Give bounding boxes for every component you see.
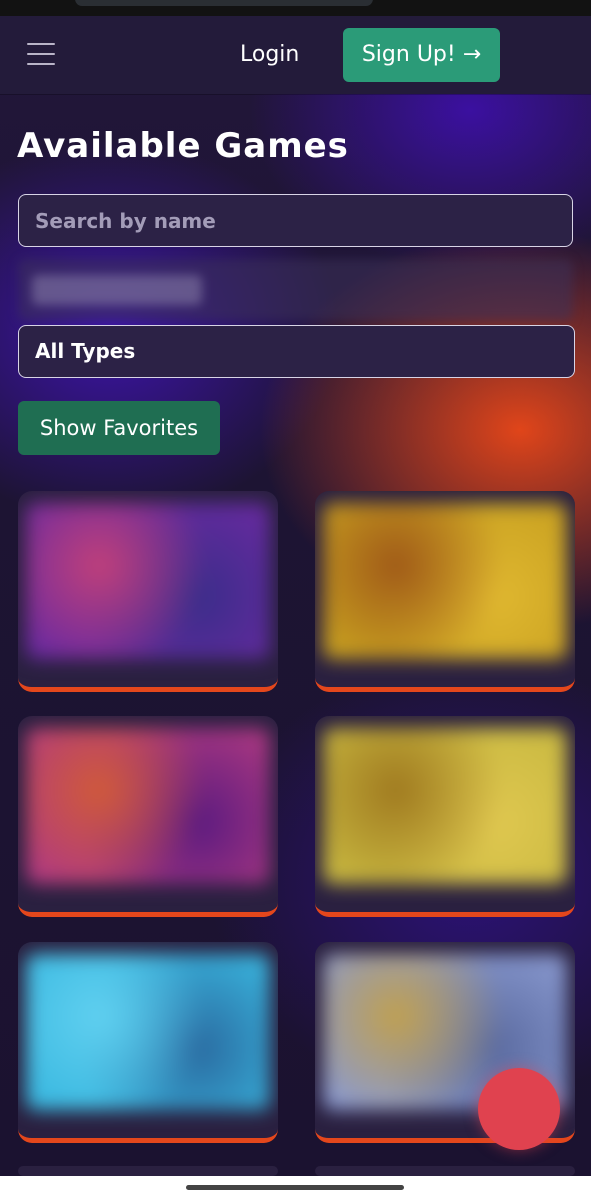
show-favorites-button[interactable]: Show Favorites bbox=[18, 401, 220, 455]
signup-button[interactable]: Sign Up! → bbox=[343, 28, 500, 82]
blurred-filter-field[interactable] bbox=[18, 259, 573, 321]
hamburger-menu-icon[interactable] bbox=[27, 43, 55, 65]
game-card-partial[interactable] bbox=[315, 1166, 575, 1176]
game-thumbnail bbox=[26, 503, 270, 659]
login-link[interactable]: Login bbox=[240, 38, 299, 72]
type-filter-select[interactable]: All Types bbox=[18, 325, 575, 378]
game-thumbnail bbox=[323, 503, 567, 659]
hamburger-line bbox=[27, 63, 55, 65]
game-card[interactable] bbox=[18, 942, 278, 1143]
game-thumbnail bbox=[26, 954, 270, 1110]
page-title: Available Games bbox=[17, 126, 349, 166]
floating-action-button[interactable] bbox=[478, 1068, 560, 1150]
game-card[interactable] bbox=[315, 491, 575, 692]
game-card[interactable] bbox=[315, 716, 575, 917]
search-input[interactable] bbox=[18, 194, 573, 247]
game-card[interactable] bbox=[18, 716, 278, 917]
game-thumbnail bbox=[26, 728, 270, 884]
game-card-partial[interactable] bbox=[18, 1166, 278, 1176]
top-nav: Login Sign Up! → bbox=[0, 16, 591, 94]
hamburger-line bbox=[27, 43, 55, 45]
game-thumbnail bbox=[323, 728, 567, 884]
hamburger-line bbox=[27, 53, 55, 55]
game-card[interactable] bbox=[18, 491, 278, 692]
blurred-filter-value bbox=[32, 275, 202, 305]
system-nav-bar bbox=[0, 1176, 591, 1200]
status-bar bbox=[0, 0, 591, 16]
home-indicator bbox=[186, 1185, 404, 1190]
url-pill bbox=[75, 0, 373, 6]
